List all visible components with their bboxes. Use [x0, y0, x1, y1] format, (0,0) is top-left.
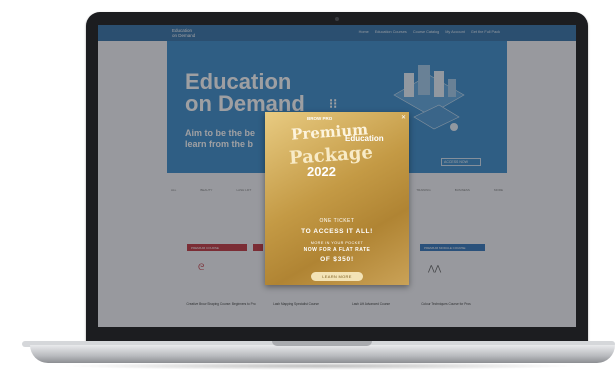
modal-text-flat-rate: NOW FOR A FLAT RATE [303, 247, 371, 253]
learn-more-button[interactable]: LEARN MORE [311, 272, 363, 281]
modal-text-one-ticket: ONE TICKET [319, 218, 355, 224]
modal-brand-logo: BROW PRO [307, 116, 333, 121]
laptop-base [30, 345, 615, 363]
promo-modal: BROW PRO ✕ Premium Education Package 202… [265, 112, 409, 285]
laptop-shadow [60, 362, 580, 370]
close-icon[interactable]: ✕ [401, 114, 406, 121]
laptop-hinge-notch [272, 341, 372, 346]
laptop-mockup: Education on Demand Home Education Cours… [0, 0, 615, 373]
modal-text-pocket: MORE IN YOUR POCKET [310, 241, 364, 245]
modal-year: 2022 [307, 164, 336, 179]
modal-text-price: OF $350! [320, 256, 354, 263]
webcam-icon [335, 17, 339, 21]
laptop-screen: Education on Demand Home Education Cours… [98, 25, 576, 327]
modal-text-access-all: TO ACCESS IT ALL! [301, 228, 373, 235]
